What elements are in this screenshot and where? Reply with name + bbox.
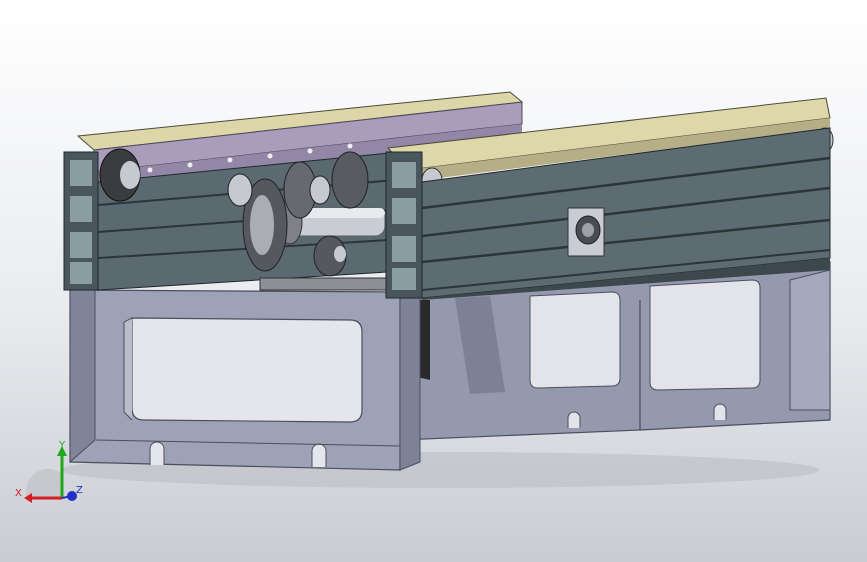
front-support-frame	[69, 279, 421, 471]
aluminum-profile-posts	[63, 151, 99, 291]
conveyor-assembly-model[interactable]	[0, 0, 867, 562]
model-viewport[interactable]: X Y Z	[0, 0, 867, 562]
y-axis-label: Y	[58, 440, 66, 451]
x-axis-label: X	[15, 488, 22, 499]
z-axis-label: Z	[76, 485, 83, 496]
bearing-block	[567, 207, 605, 257]
coordinate-triad: X Y Z	[15, 440, 83, 503]
